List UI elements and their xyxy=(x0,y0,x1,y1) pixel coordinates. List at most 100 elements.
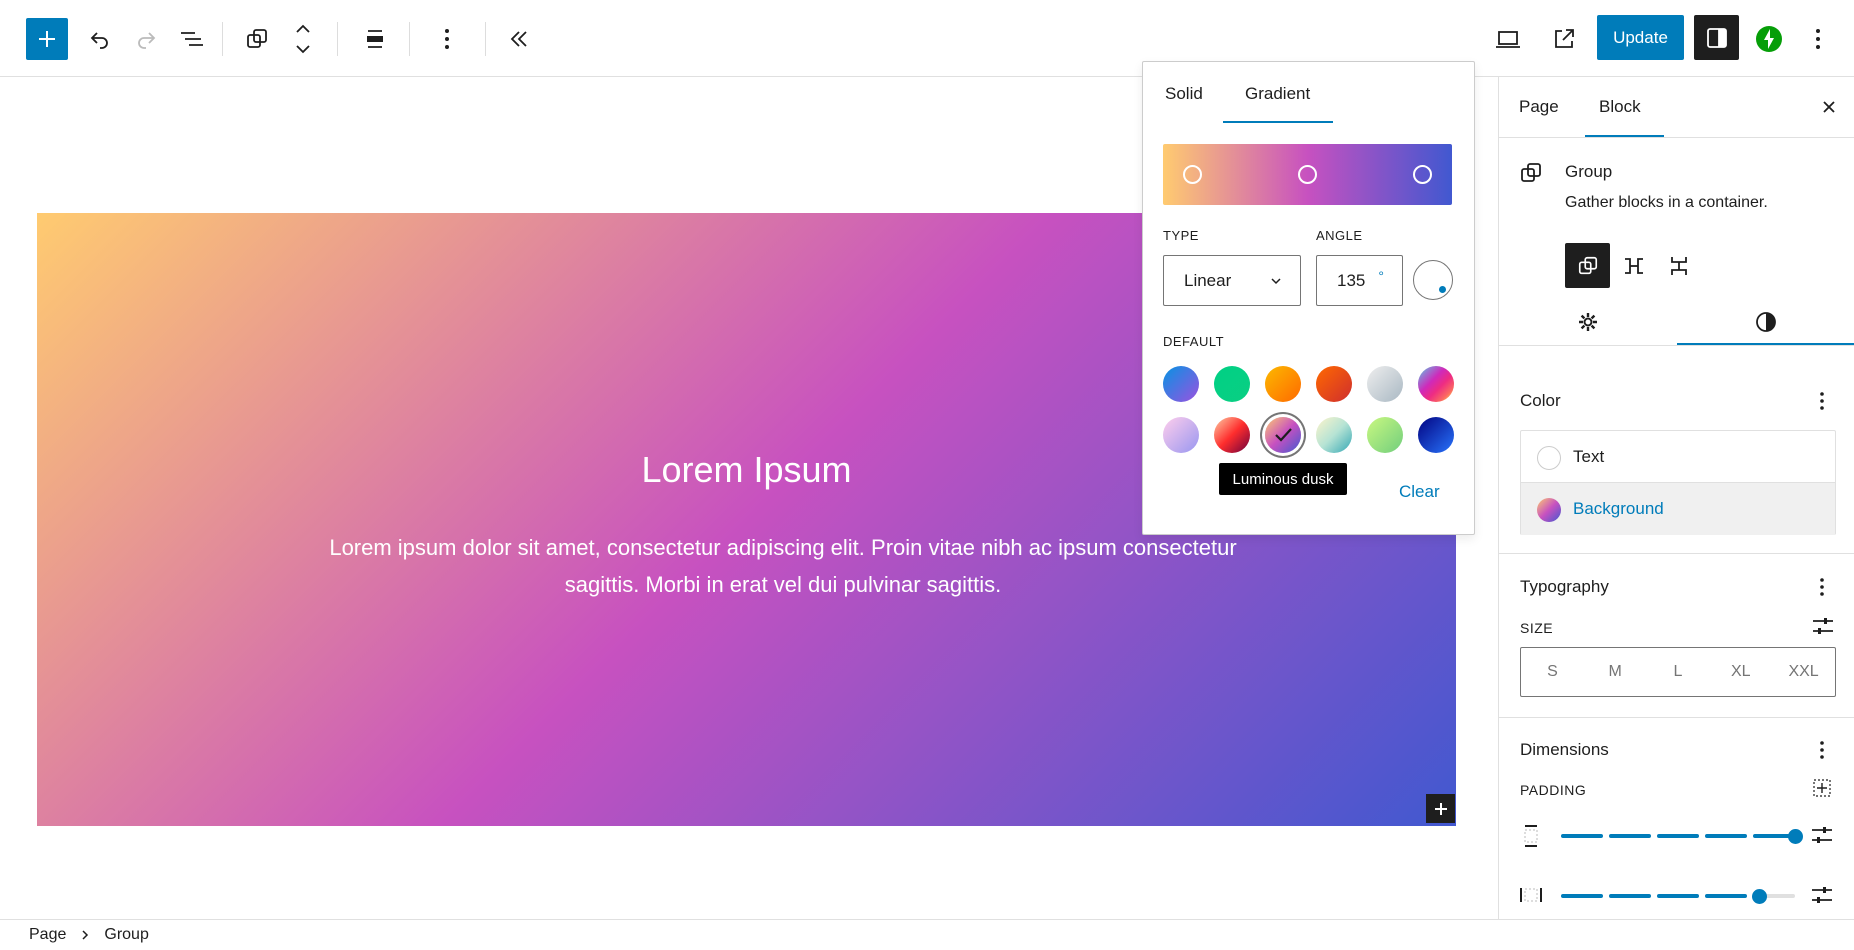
gradient-stop[interactable] xyxy=(1413,165,1432,184)
options-button[interactable] xyxy=(1797,18,1839,60)
toolbar-divider xyxy=(222,22,223,56)
more-vertical-icon xyxy=(1820,741,1824,759)
collapse-toolbar-button[interactable] xyxy=(498,18,540,60)
font-size-picker: S M L XL XXL xyxy=(1520,647,1836,697)
text-color-label: Text xyxy=(1573,446,1605,466)
size-option[interactable]: M xyxy=(1584,648,1647,696)
gradient-stop[interactable] xyxy=(1183,165,1202,184)
move-block-button[interactable] xyxy=(282,18,324,60)
align-button[interactable] xyxy=(354,18,396,60)
plus-icon xyxy=(39,31,55,47)
jetpack-button[interactable] xyxy=(1748,18,1790,60)
tab-settings[interactable] xyxy=(1499,299,1677,345)
toolbar-divider xyxy=(485,22,486,56)
settings-toggle-button[interactable] xyxy=(1694,15,1739,60)
padding-vertical-custom-button[interactable] xyxy=(1810,824,1834,846)
update-button[interactable]: Update xyxy=(1597,15,1684,60)
gradient-swatch-midnight[interactable] xyxy=(1418,417,1454,453)
typography-options-button[interactable] xyxy=(1819,577,1825,597)
sliders-icon xyxy=(1812,887,1832,903)
background-color-option[interactable]: Background xyxy=(1521,483,1835,535)
gradient-swatch-electric-grass[interactable] xyxy=(1367,417,1403,453)
size-option[interactable]: S xyxy=(1521,648,1584,696)
background-color-indicator xyxy=(1537,498,1561,522)
list-view-button[interactable] xyxy=(171,18,213,60)
active-tab-indicator xyxy=(1223,121,1333,123)
breadcrumb-page[interactable]: Page xyxy=(29,926,66,944)
gradient-swatch-blush-light-purple[interactable] xyxy=(1163,417,1199,453)
more-vertical-icon xyxy=(1820,392,1824,410)
view-page-button[interactable] xyxy=(1543,18,1585,60)
collapse-icon xyxy=(510,31,527,47)
tab-block[interactable]: Block xyxy=(1599,97,1641,117)
redo-button[interactable] xyxy=(125,18,167,60)
padding-vertical-thumb[interactable] xyxy=(1787,829,1803,844)
size-option[interactable]: XXL xyxy=(1772,648,1835,696)
undo-button[interactable] xyxy=(79,18,121,60)
variation-group-button[interactable] xyxy=(1565,243,1610,288)
padding-horizontal-thumb[interactable] xyxy=(1752,889,1768,904)
toolbar-divider xyxy=(337,22,338,56)
gradient-swatch-blush-bordeaux[interactable] xyxy=(1214,417,1250,453)
default-palette-label: DEFAULT xyxy=(1163,334,1225,349)
slider-segment xyxy=(1705,894,1747,898)
gradient-swatch-luminous-dusk[interactable] xyxy=(1265,417,1301,453)
tab-gradient[interactable]: Gradient xyxy=(1245,84,1310,104)
custom-size-button[interactable] xyxy=(1811,615,1835,637)
move-arrows-icon xyxy=(296,24,310,54)
gradient-bar[interactable] xyxy=(1163,144,1452,205)
tab-page[interactable]: Page xyxy=(1519,97,1559,117)
external-link-icon xyxy=(1555,29,1574,48)
block-type-button[interactable] xyxy=(236,18,278,60)
padding-link-button[interactable] xyxy=(1811,777,1833,799)
undo-icon xyxy=(90,32,108,49)
variation-row-button[interactable] xyxy=(1611,243,1656,288)
block-options-button[interactable] xyxy=(426,18,468,60)
size-option[interactable]: XL xyxy=(1709,648,1772,696)
breadcrumb-group[interactable]: Group xyxy=(104,926,148,944)
padding-horizontal-custom-button[interactable] xyxy=(1810,884,1834,906)
tab-styles[interactable] xyxy=(1677,299,1854,345)
gradient-swatch-cool-to-warm-spectrum[interactable] xyxy=(1418,366,1454,402)
dimensions-options-button[interactable] xyxy=(1819,740,1825,760)
gear-icon xyxy=(1579,313,1597,331)
group-paragraph[interactable]: Lorem ipsum dolor sit amet, consectetur … xyxy=(317,529,1249,603)
tab-solid[interactable]: Solid xyxy=(1165,84,1203,104)
angle-dial[interactable] xyxy=(1413,260,1453,300)
more-vertical-icon xyxy=(445,29,449,49)
sliders-icon xyxy=(1813,618,1833,634)
divider xyxy=(1499,345,1854,346)
block-appender-button[interactable] xyxy=(1426,794,1455,823)
gradient-swatch-luminous-vivid-orange-to-vivid-red[interactable] xyxy=(1316,366,1352,402)
angle-dial-handle[interactable] xyxy=(1439,286,1446,293)
gradient-stop[interactable] xyxy=(1298,165,1317,184)
close-icon xyxy=(1823,101,1835,113)
group-icon xyxy=(247,29,267,48)
clear-button[interactable]: Clear xyxy=(1399,482,1440,502)
divider xyxy=(1499,137,1854,138)
angle-unit: ° xyxy=(1378,268,1384,284)
type-label: TYPE xyxy=(1163,228,1199,243)
add-block-button[interactable] xyxy=(26,18,68,60)
gradient-type-select[interactable]: Linear xyxy=(1163,255,1301,306)
text-color-option[interactable]: Text xyxy=(1521,431,1835,483)
typography-panel-title: Typography xyxy=(1520,577,1609,596)
gradient-swatch-very-light-gray-to-cyan-bluish-gray[interactable] xyxy=(1367,366,1403,402)
variation-stack-button[interactable] xyxy=(1656,243,1701,288)
size-option[interactable]: L xyxy=(1647,648,1710,696)
padding-left-right-icon xyxy=(1520,888,1542,902)
slider-segment xyxy=(1561,834,1603,838)
preview-button[interactable] xyxy=(1487,18,1529,60)
toolbar-divider xyxy=(409,22,410,56)
color-options-button[interactable] xyxy=(1819,391,1825,411)
block-description: Gather blocks in a container. xyxy=(1565,194,1768,211)
angle-input[interactable]: 135 ° xyxy=(1316,255,1403,306)
gradient-swatch-pale-ocean[interactable] xyxy=(1316,417,1352,453)
gradient-swatch-luminous-vivid-amber-to-luminous-vivid-orange[interactable] xyxy=(1265,366,1301,402)
slider-segment xyxy=(1657,834,1699,838)
close-sidebar-button[interactable] xyxy=(1821,99,1837,115)
editor-toolbar: Update xyxy=(0,0,1854,77)
padding-vertical-slider[interactable] xyxy=(1561,834,1795,838)
gradient-swatch-vivid-cyan-blue-to-vivid-purple[interactable] xyxy=(1163,366,1199,402)
gradient-swatch-light-green-cyan-to-vivid-green-cyan[interactable] xyxy=(1214,366,1250,402)
